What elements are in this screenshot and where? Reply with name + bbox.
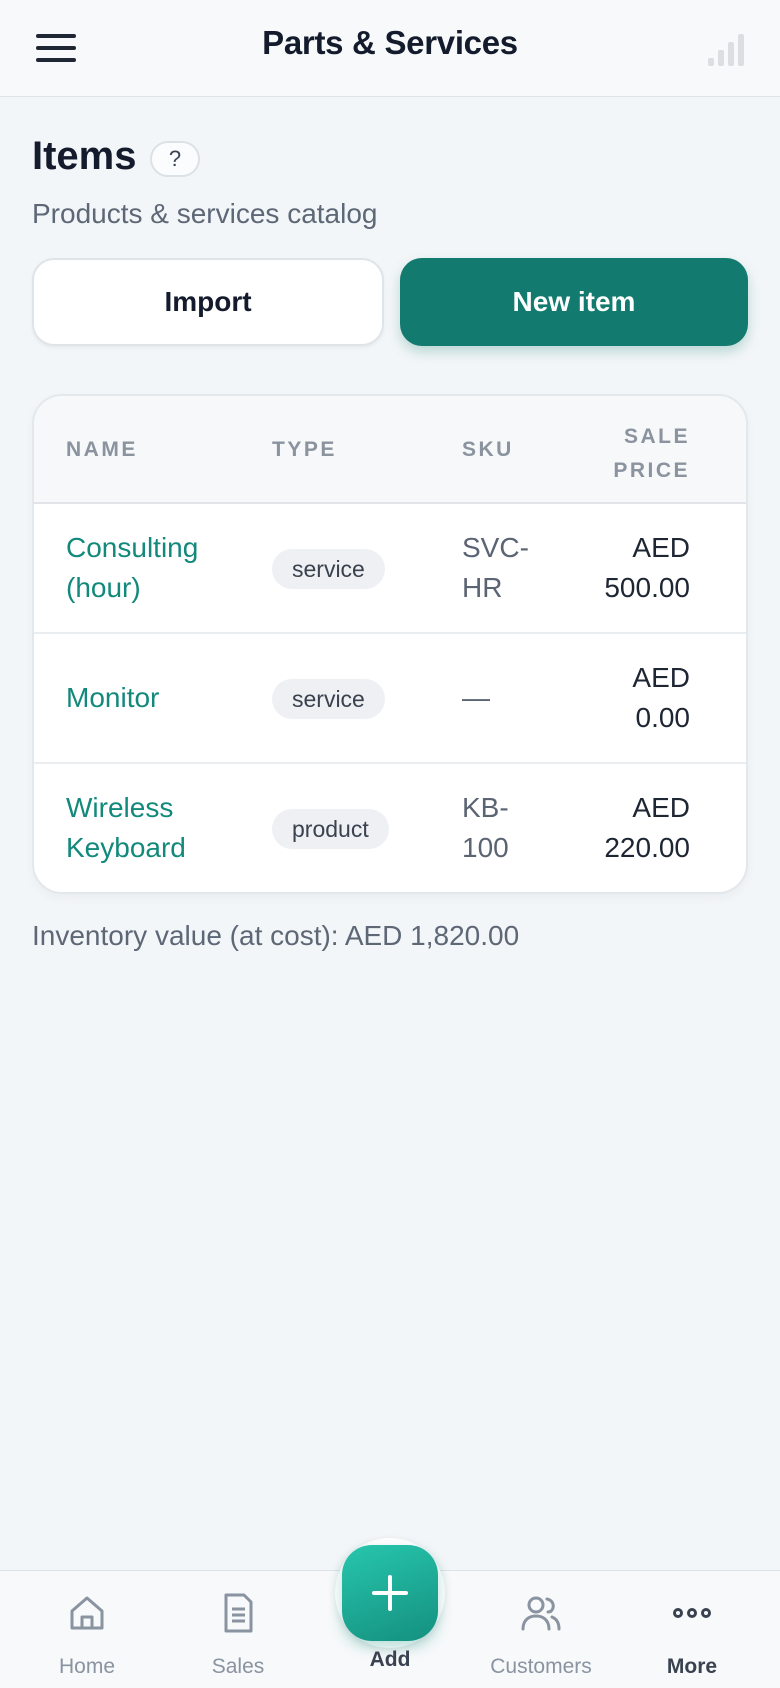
nav-sales[interactable]: Sales (173, 1571, 303, 1688)
table-header: NAME TYPE SKU SALE PRICE (34, 396, 746, 504)
column-header-sale-price[interactable]: SALE PRICE (570, 420, 690, 488)
nav-more-label: More (666, 1655, 718, 1678)
more-dots-icon (627, 1587, 757, 1639)
type-badge: service (272, 549, 385, 589)
table-row[interactable]: Consulting (hour) service SVC-HR AED 500… (34, 504, 746, 634)
column-header-type[interactable]: TYPE (272, 438, 337, 462)
price-currency: AED (632, 662, 690, 693)
item-name-link[interactable]: Wireless Keyboard (66, 788, 256, 868)
column-header-name[interactable]: NAME (66, 438, 138, 462)
plus-icon (372, 1575, 408, 1611)
nav-more[interactable]: More (627, 1571, 757, 1688)
add-button[interactable] (342, 1545, 438, 1641)
nav-add-label: Add (369, 1648, 411, 1671)
home-icon (22, 1587, 152, 1639)
column-header-sku[interactable]: SKU (462, 438, 514, 462)
app-title: Parts & Services (262, 24, 518, 61)
users-icon (476, 1587, 606, 1639)
type-badge: service (272, 679, 385, 719)
price-amount: 0.00 (635, 702, 691, 733)
type-badge: product (272, 809, 389, 849)
table-row[interactable]: Wireless Keyboard product KB-100 AED 220… (34, 764, 746, 892)
column-header-sale-price-line1: SALE (623, 425, 690, 448)
table-row[interactable]: Monitor service — AED 0.00 (34, 634, 746, 764)
nav-sales-label: Sales (211, 1655, 265, 1678)
item-name-link[interactable]: Monitor (66, 678, 256, 718)
item-name-link[interactable]: Consulting (hour) (66, 528, 256, 608)
price-amount: 500.00 (604, 572, 690, 603)
items-table: NAME TYPE SKU SALE PRICE Consulting (hou… (32, 394, 748, 894)
receipt-icon (173, 1587, 303, 1639)
help-button[interactable]: ? (150, 141, 200, 177)
column-header-sale-price-line2: PRICE (613, 459, 690, 482)
price-currency: AED (632, 532, 690, 563)
inventory-value-note: Inventory value (at cost): AED 1,820.00 (32, 920, 520, 951)
top-app-bar: Parts & Services (0, 0, 780, 97)
item-sale-price: AED 500.00 (550, 528, 690, 608)
item-sku: KB-100 (462, 792, 509, 863)
item-sku: SVC-HR (462, 532, 529, 603)
nav-customers[interactable]: Customers (476, 1571, 606, 1688)
price-currency: AED (632, 792, 690, 823)
item-sku: — (462, 682, 490, 713)
price-amount: 220.00 (604, 832, 690, 863)
signal-bars-icon (708, 32, 744, 66)
page-title: Items (32, 134, 137, 178)
nav-customers-label: Customers (490, 1655, 592, 1678)
item-sale-price: AED 220.00 (550, 788, 690, 868)
page-subtitle: Products & services catalog (32, 198, 378, 229)
new-item-button[interactable]: New item (400, 258, 748, 346)
nav-home-label: Home (58, 1655, 116, 1678)
nav-home[interactable]: Home (22, 1571, 152, 1688)
import-button[interactable]: Import (32, 258, 384, 346)
item-sale-price: AED 0.00 (550, 658, 690, 738)
